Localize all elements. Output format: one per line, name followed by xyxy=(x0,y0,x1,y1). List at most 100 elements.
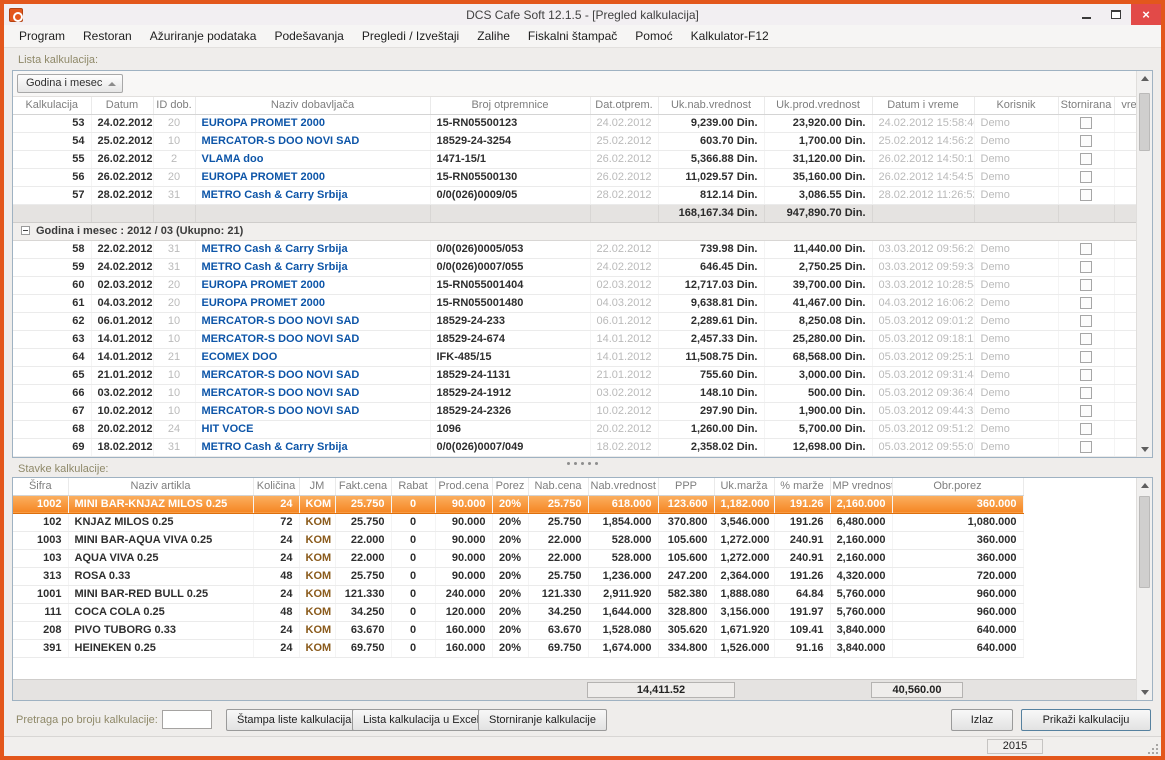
column-header-uk-nab-vrednost[interactable]: Uk.nab.vrednost xyxy=(658,97,764,114)
stornirana-checkbox[interactable] xyxy=(1080,279,1092,291)
menu-item-restoran[interactable]: Restoran xyxy=(74,25,141,47)
stornirana-checkbox[interactable] xyxy=(1080,387,1092,399)
minimize-button[interactable] xyxy=(1071,4,1101,25)
menu-item-program[interactable]: Program xyxy=(10,25,74,47)
menu-item-pode-avanja[interactable]: Podešavanja xyxy=(265,25,352,47)
menu-item-a-uriranje-podataka[interactable]: Ažuriranje podataka xyxy=(141,25,266,47)
menu-item-kalkulator-f12[interactable]: Kalkulator-F12 xyxy=(682,25,778,47)
scroll-thumb[interactable] xyxy=(1139,496,1150,588)
stornirana-checkbox[interactable] xyxy=(1080,171,1092,183)
column-header-uk-marza[interactable]: Uk.marža xyxy=(714,478,774,495)
stornirana-checkbox[interactable] xyxy=(1080,261,1092,273)
resize-grip[interactable] xyxy=(1146,742,1158,754)
stavka-row[interactable]: 208PIVO TUBORG 0.3324KOM63.6700160.00020… xyxy=(13,621,1023,639)
stavka-row[interactable]: 391HEINEKEN 0.2524KOM69.7500160.00020%69… xyxy=(13,639,1023,657)
column-header-uk-prod-vrednost[interactable]: Uk.prod.vrednost xyxy=(764,97,872,114)
column-header-naziv-artikla[interactable]: Naziv artikla xyxy=(68,478,253,495)
column-header-datum[interactable]: Datum xyxy=(91,97,153,114)
column-header-kolicina[interactable]: Količina xyxy=(253,478,299,495)
stavka-row[interactable]: 1002MINI BAR-KNJAZ MILOS 0.2524KOM25.750… xyxy=(13,495,1023,513)
kalkulacija-row[interactable]: 5822.02.201231METRO Cash & Carry Srbija0… xyxy=(13,240,1144,258)
kalkulacija-row[interactable]: 5425.02.201210MERCATOR-S DOO NOVI SAD185… xyxy=(13,132,1144,150)
column-header-prod-cena[interactable]: Prod.cena xyxy=(435,478,492,495)
excel-export-button[interactable]: Lista kalkulacija u Excel xyxy=(352,709,490,731)
kalkulacija-row[interactable]: 6820.02.201224HIT VOCE109620.02.20121,26… xyxy=(13,420,1144,438)
stornirana-checkbox[interactable] xyxy=(1080,117,1092,129)
column-header-dat-otprem[interactable]: Dat.otprem. xyxy=(590,97,658,114)
column-header-rabat[interactable]: Rabat xyxy=(391,478,435,495)
stornirana-checkbox[interactable] xyxy=(1080,333,1092,345)
kalkulacija-row[interactable]: 6104.03.201220EUROPA PROMET 200015-RN055… xyxy=(13,294,1144,312)
splitter[interactable] xyxy=(12,460,1153,466)
stornirana-checkbox[interactable] xyxy=(1080,297,1092,309)
stavka-row[interactable]: 111COCA COLA 0.2548KOM34.2500120.00020%3… xyxy=(13,603,1023,621)
kalkulacija-row[interactable]: 6314.01.201210MERCATOR-S DOO NOVI SAD185… xyxy=(13,330,1144,348)
kalkulacija-row[interactable]: 5626.02.201220EUROPA PROMET 200015-RN055… xyxy=(13,168,1144,186)
column-header-naziv-dobavljaca[interactable]: Naziv dobavljača xyxy=(195,97,430,114)
stornirana-checkbox[interactable] xyxy=(1080,243,1092,255)
column-header-korisnik[interactable]: Korisnik xyxy=(974,97,1058,114)
kalkulacija-row[interactable]: 5728.02.201231METRO Cash & Carry Srbija0… xyxy=(13,186,1144,204)
kalkulacija-row[interactable]: 6414.01.201221ECOMEX DOOIFK-485/1514.01.… xyxy=(13,348,1144,366)
collapse-group-icon[interactable] xyxy=(21,226,30,235)
maximize-button[interactable] xyxy=(1101,4,1131,25)
column-header-obr-porez[interactable]: Obr.porez xyxy=(892,478,1023,495)
izlaz-button[interactable]: Izlaz xyxy=(951,709,1013,731)
column-header-jm[interactable]: JM xyxy=(299,478,335,495)
stornirana-checkbox[interactable] xyxy=(1080,369,1092,381)
stornirana-checkbox[interactable] xyxy=(1080,315,1092,327)
stavke-scrollbar[interactable] xyxy=(1136,478,1152,700)
column-header-broj-otpremnice[interactable]: Broj otpremnice xyxy=(430,97,590,114)
stavka-row[interactable]: 1001MINI BAR-RED BULL 0.2524KOM121.33002… xyxy=(13,585,1023,603)
search-kalkulacija-input[interactable] xyxy=(162,710,212,729)
scroll-down-button[interactable] xyxy=(1137,684,1152,700)
column-header-sifra[interactable]: Šifra xyxy=(13,478,68,495)
stavka-row[interactable]: 1003MINI BAR-AQUA VIVA 0.2524KOM22.00009… xyxy=(13,531,1023,549)
column-header-porez[interactable]: Porez xyxy=(492,478,528,495)
scroll-down-button[interactable] xyxy=(1137,441,1152,457)
kalkulacija-row[interactable]: 6603.02.201210MERCATOR-S DOO NOVI SAD185… xyxy=(13,384,1144,402)
column-header-datum-i-vreme[interactable]: Datum i vreme xyxy=(872,97,974,114)
column-header-nab-cena[interactable]: Nab.cena xyxy=(528,478,588,495)
kalkulacija-row[interactable]: 6206.01.201210MERCATOR-S DOO NOVI SAD185… xyxy=(13,312,1144,330)
stornirana-checkbox[interactable] xyxy=(1080,405,1092,417)
scroll-up-button[interactable] xyxy=(1137,71,1152,87)
stavka-row[interactable]: 103AQUA VIVA 0.2524KOM22.000090.00020%22… xyxy=(13,549,1023,567)
column-header-ppp[interactable]: PPP xyxy=(658,478,714,495)
menu-item-pomo[interactable]: Pomoć xyxy=(626,25,681,47)
stornirana-checkbox[interactable] xyxy=(1080,441,1092,453)
column-header-mp-vrednost[interactable]: MP vrednost xyxy=(830,478,892,495)
column-header-kalkulacija[interactable]: Kalkulacija xyxy=(13,97,91,114)
column-header-pct-marze[interactable]: % marže xyxy=(774,478,830,495)
menu-item-fiskalni-tampa[interactable]: Fiskalni štampač xyxy=(519,25,626,47)
stampa-liste-button[interactable]: Štampa liste kalkulacija xyxy=(226,709,362,731)
stavka-row[interactable]: 313ROSA 0.3348KOM25.750090.00020%25.7501… xyxy=(13,567,1023,585)
column-header-stornirana[interactable]: Stornirana xyxy=(1058,97,1114,114)
stornirana-checkbox[interactable] xyxy=(1080,423,1092,435)
group-header-row[interactable]: Godina i mesec : 2012 / 03 (Ukupno: 21) xyxy=(13,222,1144,240)
stavka-row[interactable]: 102KNJAZ MILOS 0.2572KOM25.750090.00020%… xyxy=(13,513,1023,531)
kalkulacija-row[interactable]: 6002.03.201220EUROPA PROMET 200015-RN055… xyxy=(13,276,1144,294)
storniranje-button[interactable]: Storniranje kalkulacije xyxy=(478,709,607,731)
kalkulacija-row[interactable]: 6918.02.201231METRO Cash & Carry Srbija0… xyxy=(13,438,1144,456)
scroll-up-button[interactable] xyxy=(1137,478,1152,494)
kalkulacije-scrollbar[interactable] xyxy=(1136,71,1152,457)
stornirana-checkbox[interactable] xyxy=(1080,135,1092,147)
group-by-button[interactable]: Godina i mesec xyxy=(17,74,123,93)
column-header-id-dob[interactable]: ID dob. xyxy=(153,97,195,114)
kalkulacija-row[interactable]: 5324.02.201220EUROPA PROMET 200015-RN055… xyxy=(13,114,1144,132)
close-button[interactable]: × xyxy=(1131,4,1161,25)
stornirana-checkbox[interactable] xyxy=(1080,351,1092,363)
kalkulacija-row[interactable]: 5526.02.20122VLAMA doo1471-15/126.02.201… xyxy=(13,150,1144,168)
kalkulacija-row[interactable]: 6521.01.201210MERCATOR-S DOO NOVI SAD185… xyxy=(13,366,1144,384)
column-header-nab-vrednost[interactable]: Nab.vrednost xyxy=(588,478,658,495)
stornirana-checkbox[interactable] xyxy=(1080,153,1092,165)
stornirana-checkbox[interactable] xyxy=(1080,189,1092,201)
menu-item-pregledi-izve-taji[interactable]: Pregledi / Izveštaji xyxy=(353,25,468,47)
kalkulacija-row[interactable]: 6710.02.201210MERCATOR-S DOO NOVI SAD185… xyxy=(13,402,1144,420)
scroll-thumb[interactable] xyxy=(1139,93,1150,151)
menu-item-zalihe[interactable]: Zalihe xyxy=(468,25,519,47)
prikazi-kalkulaciju-button[interactable]: Prikaži kalkulaciju xyxy=(1021,709,1151,731)
kalkulacija-row[interactable]: 5924.02.201231METRO Cash & Carry Srbija0… xyxy=(13,258,1144,276)
column-header-fakt-cena[interactable]: Fakt.cena xyxy=(335,478,391,495)
